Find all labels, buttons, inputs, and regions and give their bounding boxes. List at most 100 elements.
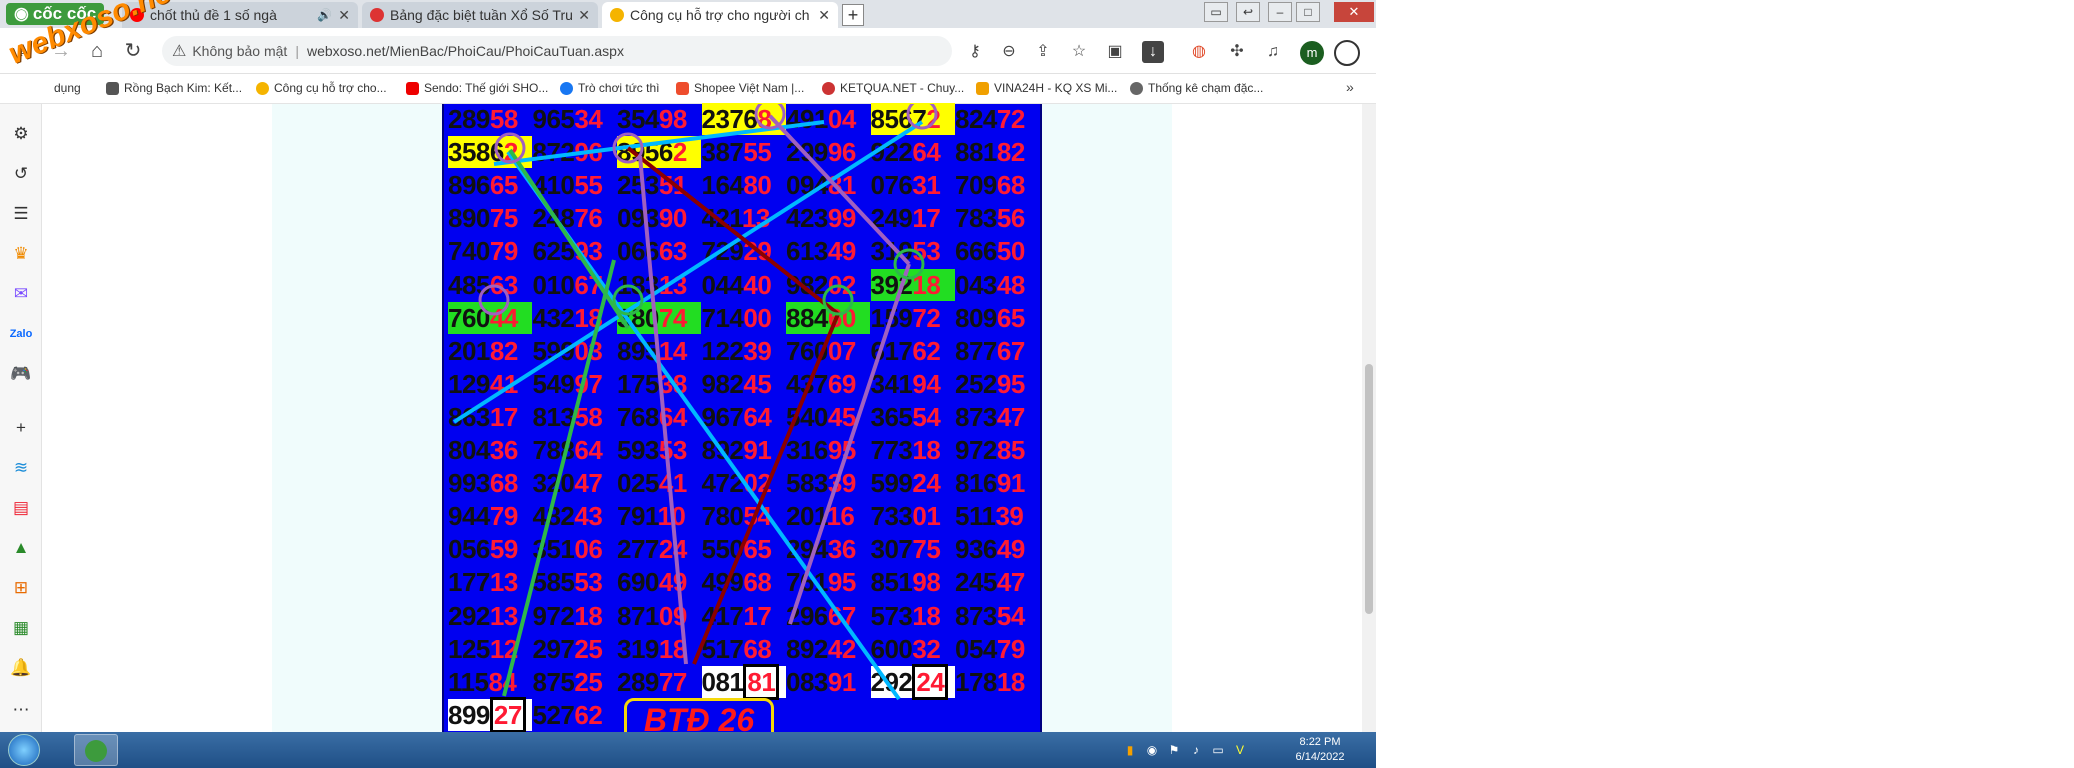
cell-suffix: 80 bbox=[743, 170, 772, 201]
cell-prefix: 540 bbox=[786, 401, 828, 432]
board-cell: 93649 bbox=[955, 533, 1039, 565]
bookmark-star-icon[interactable]: ☆ bbox=[1068, 41, 1090, 63]
board-cell: 61762 bbox=[871, 335, 955, 367]
key-icon[interactable]: ⚷ bbox=[964, 41, 986, 63]
tray-v-icon[interactable]: V bbox=[1232, 742, 1248, 758]
tray-network-icon[interactable]: ◉ bbox=[1144, 742, 1160, 758]
notification-bell-icon[interactable]: 🔔 bbox=[9, 656, 33, 680]
back-to-tab-icon[interactable]: ↩ bbox=[1236, 2, 1260, 22]
tab-search-icon[interactable]: ▭ bbox=[1204, 2, 1228, 22]
scrollbar-thumb[interactable] bbox=[1365, 364, 1373, 614]
bookmark-ketqua[interactable]: KETQUA.NET - Chuy... bbox=[822, 81, 964, 95]
graduation-cap-icon[interactable]: ▲ bbox=[9, 536, 33, 560]
bookmark-shopee[interactable]: Shopee Việt Nam |... bbox=[676, 81, 804, 95]
board-cell: 28958 bbox=[448, 103, 532, 135]
reading-list-icon[interactable]: ☰ bbox=[9, 202, 33, 226]
add-icon[interactable]: + bbox=[9, 416, 33, 440]
share-icon[interactable]: ⇪ bbox=[1032, 41, 1054, 63]
cell-prefix: 863 bbox=[448, 401, 490, 432]
more-options-icon[interactable]: ⋯ bbox=[9, 698, 33, 722]
tab-bang-dac-biet[interactable]: Bảng đặc biệt tuần Xổ Số Tru ✕ bbox=[362, 2, 598, 28]
cell-prefix: 289 bbox=[617, 666, 659, 697]
history-icon[interactable]: ↺ bbox=[9, 162, 33, 186]
maximize-button[interactable]: □ bbox=[1296, 2, 1320, 22]
cell-suffix: 18 bbox=[574, 302, 603, 333]
bookmark-apps[interactable]: dụng bbox=[54, 81, 81, 95]
cell-prefix: 277 bbox=[617, 534, 659, 565]
cell-prefix: 666 bbox=[955, 236, 997, 267]
minimize-button[interactable]: – bbox=[1268, 2, 1292, 22]
music-icon[interactable]: ♫ bbox=[1262, 41, 1284, 63]
close-window-button[interactable]: ✕ bbox=[1334, 2, 1374, 22]
cell-prefix: 733 bbox=[870, 501, 913, 532]
url-text[interactable]: webxoso.net/MienBac/PhoiCau/PhoiCauTuan.… bbox=[307, 43, 624, 59]
zalo-icon[interactable]: Zalo bbox=[9, 322, 33, 346]
address-bar[interactable]: ⚠ Không bảo mật | webxoso.net/MienBac/Ph… bbox=[162, 36, 952, 66]
tray-flag-icon[interactable]: ⚑ bbox=[1166, 742, 1182, 758]
menu-circle-icon[interactable] bbox=[1334, 40, 1360, 66]
shopping-bag-icon[interactable]: ▤ bbox=[9, 496, 33, 520]
cell-prefix: 816 bbox=[955, 468, 997, 499]
extension-badge-icon[interactable]: ▣ bbox=[1104, 41, 1126, 63]
board-cell: 78356 bbox=[955, 202, 1039, 234]
scrollbar[interactable] bbox=[1362, 104, 1376, 732]
zoom-out-icon[interactable]: ⊖ bbox=[998, 41, 1020, 63]
clock[interactable]: 8:22 PM 6/14/2022 bbox=[1290, 735, 1350, 765]
cell-prefix: 054 bbox=[955, 633, 997, 664]
bookmark-rong-bach-kim[interactable]: Rồng Bạch Kim: Kết... bbox=[106, 81, 242, 95]
new-tab-button[interactable]: + bbox=[842, 4, 864, 26]
game-icon[interactable]: 🎮 bbox=[9, 362, 33, 386]
messenger-icon[interactable]: ✉ bbox=[9, 282, 33, 306]
cell-prefix: 773 bbox=[870, 435, 913, 465]
xoso-icon bbox=[256, 81, 269, 95]
profile-avatar[interactable]: m bbox=[1300, 41, 1324, 65]
board-cell: 18313 bbox=[617, 269, 701, 301]
download-icon[interactable]: ↓ bbox=[1142, 41, 1164, 63]
tray-monitor-icon[interactable]: ▭ bbox=[1210, 742, 1226, 758]
board-cell: 48243 bbox=[533, 500, 617, 532]
board-cell: 89665 bbox=[448, 169, 532, 201]
bookmark-sendo[interactable]: Sendo: Thế giới SHO... bbox=[406, 81, 548, 95]
cell-prefix: 617 bbox=[870, 335, 913, 366]
cell-prefix: 499 bbox=[701, 567, 744, 598]
bookmark-thong-ke[interactable]: Thống kê chạm đặc... bbox=[1130, 81, 1263, 95]
cell-suffix: 72 bbox=[996, 104, 1025, 134]
crown-icon[interactable]: ♛ bbox=[9, 242, 33, 266]
taskbar-coccoc-app[interactable] bbox=[74, 734, 118, 766]
start-button[interactable] bbox=[8, 734, 40, 766]
warning-icon[interactable]: ⚠ bbox=[172, 41, 186, 61]
extensions-icon[interactable]: ✣ bbox=[1226, 41, 1248, 63]
tab-cong-cu[interactable]: Công cụ hỗ trợ cho người ch ✕ bbox=[602, 2, 838, 28]
bookmark-tro-choi[interactable]: Trò chơi tức thì bbox=[560, 81, 659, 95]
board-cell: 12941 bbox=[448, 368, 532, 400]
cart-icon[interactable]: ⊞ bbox=[9, 576, 33, 600]
close-tab-icon[interactable]: ✕ bbox=[578, 7, 590, 24]
security-status[interactable]: Không bảo mật bbox=[192, 43, 287, 59]
board-row: 48563 01067 18313 04440 98202 39218 04348 bbox=[444, 268, 1044, 302]
wifi-icon[interactable]: ≋ bbox=[9, 456, 33, 480]
cell-prefix: 289 bbox=[448, 104, 490, 134]
page-content: 28958 96534 35498 23768 49104 85672 82472 35862… bbox=[42, 103, 1362, 742]
cell-prefix: 081 bbox=[701, 666, 744, 697]
cell-suffix: 17 bbox=[489, 401, 518, 432]
audio-icon[interactable]: 🔊 bbox=[317, 8, 332, 22]
settings-icon[interactable]: ⚙ bbox=[9, 122, 33, 146]
cell-prefix: 296 bbox=[786, 600, 828, 631]
tray-app-icon[interactable]: ▮ bbox=[1122, 742, 1138, 758]
cell-suffix: 45 bbox=[743, 368, 772, 399]
close-tab-icon[interactable]: ✕ bbox=[338, 7, 350, 24]
reload-button[interactable]: ↻ bbox=[120, 38, 146, 64]
spreadsheet-icon[interactable]: ▦ bbox=[9, 616, 33, 640]
more-bookmarks-icon[interactable]: » bbox=[1346, 79, 1354, 95]
board-cell: 04348 bbox=[955, 269, 1039, 301]
close-tab-icon[interactable]: ✕ bbox=[818, 7, 830, 24]
cell-suffix: 84 bbox=[488, 666, 517, 697]
cell-suffix: 68 bbox=[489, 468, 518, 499]
coccoc-assistant-icon[interactable]: ◍ bbox=[1188, 41, 1210, 63]
cell-suffix: 51 bbox=[658, 170, 687, 201]
bookmark-cong-cu[interactable]: Công cụ hỗ trợ cho... bbox=[256, 81, 387, 95]
bookmark-vina24h[interactable]: VINA24H - KQ XS Mi... bbox=[976, 81, 1117, 95]
cell-prefix: 967 bbox=[701, 401, 744, 432]
cell-suffix: 56 bbox=[996, 203, 1025, 234]
tray-volume-icon[interactable]: ♪ bbox=[1188, 742, 1204, 758]
